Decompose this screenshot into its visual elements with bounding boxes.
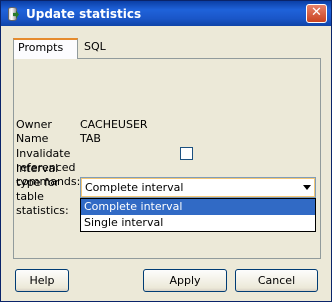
tab-strip: Prompts SQL: [13, 38, 112, 59]
update-statistics-dialog: Update statistics ✕ Prompts SQL Owner CA…: [0, 0, 332, 302]
option-complete-interval[interactable]: Complete interval: [81, 199, 315, 215]
apply-button[interactable]: Apply: [143, 269, 227, 292]
owner-label: Owner: [16, 118, 52, 131]
owner-value: CACHEUSER: [80, 118, 148, 131]
tab-sql[interactable]: SQL: [78, 38, 112, 58]
interval-type-select[interactable]: Complete interval: [80, 177, 316, 198]
name-label: Name: [16, 132, 49, 145]
interval-dropdown-list: Complete interval Single interval: [80, 198, 316, 232]
close-button[interactable]: ✕: [306, 4, 327, 23]
tab-prompts[interactable]: Prompts: [13, 38, 78, 59]
database-icon: [6, 6, 20, 22]
window-title: Update statistics: [26, 6, 142, 21]
title-bar[interactable]: Update statistics ✕: [1, 1, 331, 26]
cancel-button[interactable]: Cancel: [235, 269, 318, 292]
invalidate-checkbox[interactable]: [180, 147, 193, 160]
help-button[interactable]: Help: [15, 269, 69, 292]
option-single-interval[interactable]: Single interval: [81, 215, 315, 231]
interval-selected-value: Complete interval: [85, 181, 184, 194]
name-value: TAB: [80, 132, 101, 145]
chevron-down-icon[interactable]: [303, 185, 311, 190]
interval-label: Interval type for table statistics:: [16, 162, 69, 217]
